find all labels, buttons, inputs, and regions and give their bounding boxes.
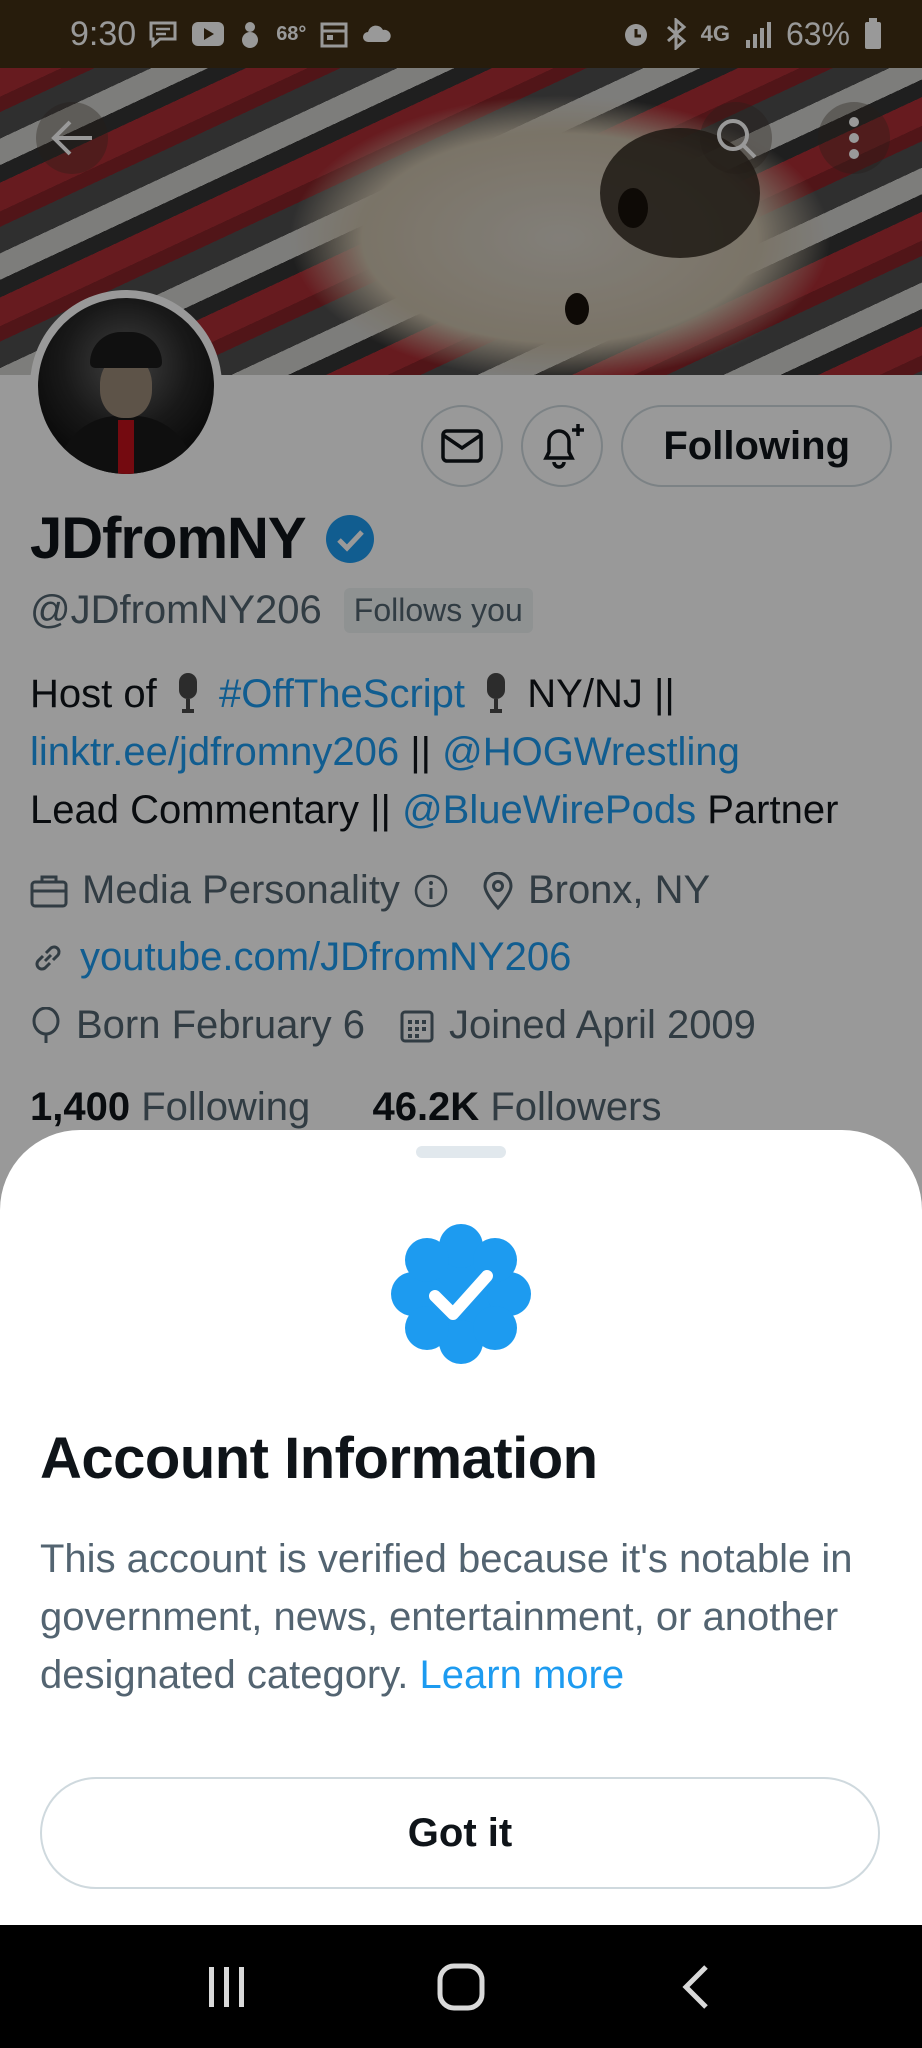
system-nav-bar [0,1925,922,2048]
sheet-title: Account Information [40,1426,598,1491]
verified-badge-icon [391,1224,531,1364]
chevron-left-icon [682,1964,708,2009]
learn-more-link[interactable]: Learn more [420,1653,625,1697]
got-it-button[interactable]: Got it [40,1777,880,1889]
home-button[interactable] [421,1947,501,2027]
back-nav-button[interactable] [655,1947,735,2027]
home-icon [437,1963,485,2010]
sheet-grabber[interactable] [416,1146,506,1158]
account-info-sheet: Account Information This account is veri… [0,1130,922,1925]
recent-apps-icon [209,1966,244,2007]
sheet-body: This account is verified because it's no… [40,1530,900,1704]
recent-apps-button[interactable] [187,1947,267,2027]
